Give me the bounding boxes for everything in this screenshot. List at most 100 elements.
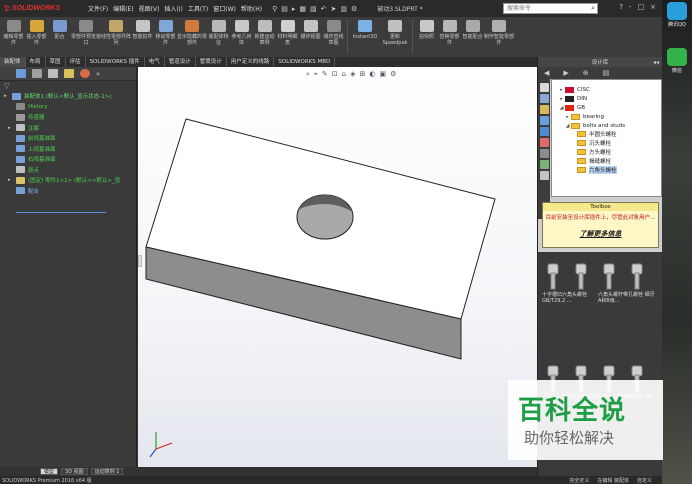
ribbon-button-4[interactable]: 线性零部件阵列 (101, 17, 131, 57)
add-location-icon[interactable]: ⊕ (583, 69, 589, 77)
model-canvas[interactable] (138, 67, 537, 467)
library-expander-icon[interactable]: ◢ (564, 123, 571, 129)
tab-1[interactable]: 布局 (26, 57, 46, 67)
config-tab-icon[interactable] (48, 69, 58, 78)
tab-5[interactable]: 电气 (145, 57, 165, 67)
open-icon[interactable]: ▸ (292, 5, 296, 13)
ribbon-button-6[interactable]: 移动零部件 (154, 17, 177, 57)
ribbon-button-8[interactable]: 装配体特征 (207, 17, 230, 57)
library-item[interactable]: 半圆头螺栓 (552, 130, 661, 139)
menu-view[interactable]: 视图(V) (139, 4, 160, 13)
tab-3[interactable]: 评估 (66, 57, 86, 67)
tree-expander-icon[interactable]: ▸ (4, 93, 12, 99)
expand-arrow-icon[interactable]: » (96, 70, 100, 78)
tree-item[interactable]: ▸ (固定) 零件1<1> (默认<<默认>_显 (4, 175, 136, 186)
tab-7[interactable]: 管筒设计 (196, 57, 227, 67)
resources-tab-icon[interactable] (539, 94, 549, 103)
tree-item[interactable]: 配合 (4, 186, 136, 197)
library-expander-icon[interactable]: ◢ (558, 105, 565, 111)
library-item[interactable]: 褐缝螺栓 (552, 156, 661, 165)
minimize-button[interactable]: - (629, 3, 632, 11)
wechat-icon[interactable] (667, 48, 687, 66)
tree-item[interactable]: History (4, 102, 136, 113)
library-expander-icon[interactable]: ▸ (558, 87, 565, 93)
tab-6[interactable]: 管道设计 (165, 57, 196, 67)
menu-file[interactable]: 文件(F) (88, 4, 108, 13)
library-item[interactable]: ◢ GB (552, 104, 661, 113)
menu-help[interactable]: 帮助(H) (241, 4, 262, 13)
library-item[interactable]: ◢ bolts and studs (552, 121, 661, 130)
ribbon-button-9[interactable]: 参考几何体 (230, 17, 253, 57)
forum-tab-icon[interactable] (539, 160, 549, 169)
ribbon-button-1[interactable]: 插入零部件 (25, 17, 48, 57)
library-item[interactable]: ▸ CISC (552, 86, 661, 95)
tree-item[interactable]: 原点 (4, 165, 136, 176)
dimxpert-tab-icon[interactable] (64, 69, 74, 78)
tree-item[interactable]: 右视基准面 (4, 154, 136, 165)
tree-expander-icon[interactable]: ▸ (8, 125, 16, 131)
library-item[interactable]: 六角头螺栓 (552, 165, 661, 174)
ribbon-button-5[interactable]: 智能扣件 (131, 17, 154, 57)
menu-window[interactable]: 窗口(W) (213, 4, 236, 13)
view-palette-tab-icon[interactable] (539, 127, 549, 136)
menu-tools[interactable]: 工具(T) (188, 4, 208, 13)
toolbox-tab-icon[interactable] (539, 171, 549, 180)
save-icon[interactable]: ▦ (299, 5, 306, 13)
rebuild-icon[interactable]: ▥ (340, 5, 347, 13)
ribbon-button-11[interactable]: 材料明细表 (276, 17, 299, 57)
tree-item[interactable]: ▸ 装配体1 (默认<默认_显示状态-1>) (4, 91, 136, 102)
rollback-bar[interactable] (16, 212, 106, 213)
maximize-button[interactable]: □ (638, 3, 645, 11)
menu-edit[interactable]: 编辑(E) (113, 4, 133, 13)
part-thumbnail-item[interactable]: 六角头螺杆带孔螺栓 细牙 A和B级... (598, 260, 656, 304)
ribbon-button-10[interactable]: 新建运动算例 (253, 17, 276, 57)
library-item[interactable]: ▸ DIN (552, 95, 661, 104)
library-options-icon[interactable]: ▤ (603, 69, 610, 77)
display-tab-icon[interactable] (80, 69, 90, 78)
ribbon-button-3[interactable]: 零部件预览窗口 (71, 17, 101, 57)
design-library-tab-icon[interactable] (539, 105, 549, 114)
ribbon-button-16[interactable]: 拍快照 (415, 17, 438, 57)
ribbon-button-17[interactable]: 替换零部件 (438, 17, 461, 57)
learn-more-link[interactable]: 了解更多信息 (543, 229, 658, 239)
ribbon-button-15[interactable]: 更新Speedpak (380, 17, 410, 57)
tab-model[interactable]: 模型 (40, 468, 59, 475)
close-button[interactable]: × (650, 3, 656, 11)
tree-item[interactable]: 前视基准面 (4, 133, 136, 144)
tab-8[interactable]: 用户定义的线路 (227, 57, 275, 67)
select-icon[interactable]: ➤ (330, 5, 336, 13)
tree-item[interactable]: 传感器 (4, 112, 136, 123)
new-icon[interactable]: ▤ (281, 5, 288, 13)
graphics-area[interactable]: ⌕ ⌖ ✎ ⊡ ⌂ ◈ ⊞ ◐ ▣ ⚙ (138, 67, 537, 467)
help-button[interactable]: ? (619, 3, 623, 11)
qq-icon[interactable] (667, 2, 687, 20)
tab-9[interactable]: SOLIDWORKS MBD (274, 57, 336, 67)
tab-0[interactable]: 装配体 (0, 57, 26, 67)
library-item[interactable]: 沉头螺栓 (552, 139, 661, 148)
feature-tree-tab-icon[interactable] (16, 69, 26, 78)
library-expander-icon[interactable]: ▸ (564, 114, 571, 120)
ribbon-button-14[interactable]: Instant3D (350, 17, 380, 57)
library-item[interactable]: ▸ bearing (552, 112, 661, 121)
tree-item[interactable]: ▸ 注解 (4, 123, 136, 134)
file-explorer-tab-icon[interactable] (539, 116, 549, 125)
options-icon[interactable]: ⚙ (351, 5, 357, 13)
ribbon-button-13[interactable]: 爆炸直线草图 (322, 17, 345, 57)
property-tab-icon[interactable] (32, 69, 42, 78)
library-expander-icon[interactable]: ▸ (558, 96, 565, 102)
app-logo[interactable]: 𝔇 SOLIDWORKS (0, 0, 82, 17)
search-icon[interactable]: ⌕ (591, 4, 595, 13)
collapse-pane-icon[interactable]: ◂◂ (653, 59, 659, 66)
search-box[interactable]: ⌕ (503, 3, 598, 14)
tab-motion-study[interactable]: 运动算例 1 (90, 468, 124, 475)
tree-item[interactable]: 上视基准面 (4, 144, 136, 155)
ribbon-button-7[interactable]: 显示隐藏的零部件 (177, 17, 207, 57)
tab-3d-views[interactable]: 3D 视图 (61, 468, 88, 475)
tree-filter[interactable]: ▽ (0, 81, 136, 91)
ribbon-button-12[interactable]: 爆炸视图 (299, 17, 322, 57)
custom-props-tab-icon[interactable] (539, 149, 549, 158)
back-icon[interactable]: ◀ (544, 69, 549, 77)
ribbon-button-2[interactable]: 配合 (48, 17, 71, 57)
part-thumbnail-item[interactable]: 十字槽凹六角头螺栓 GB/T29.2 ... (542, 260, 600, 304)
home-tab-icon[interactable] (539, 83, 549, 92)
